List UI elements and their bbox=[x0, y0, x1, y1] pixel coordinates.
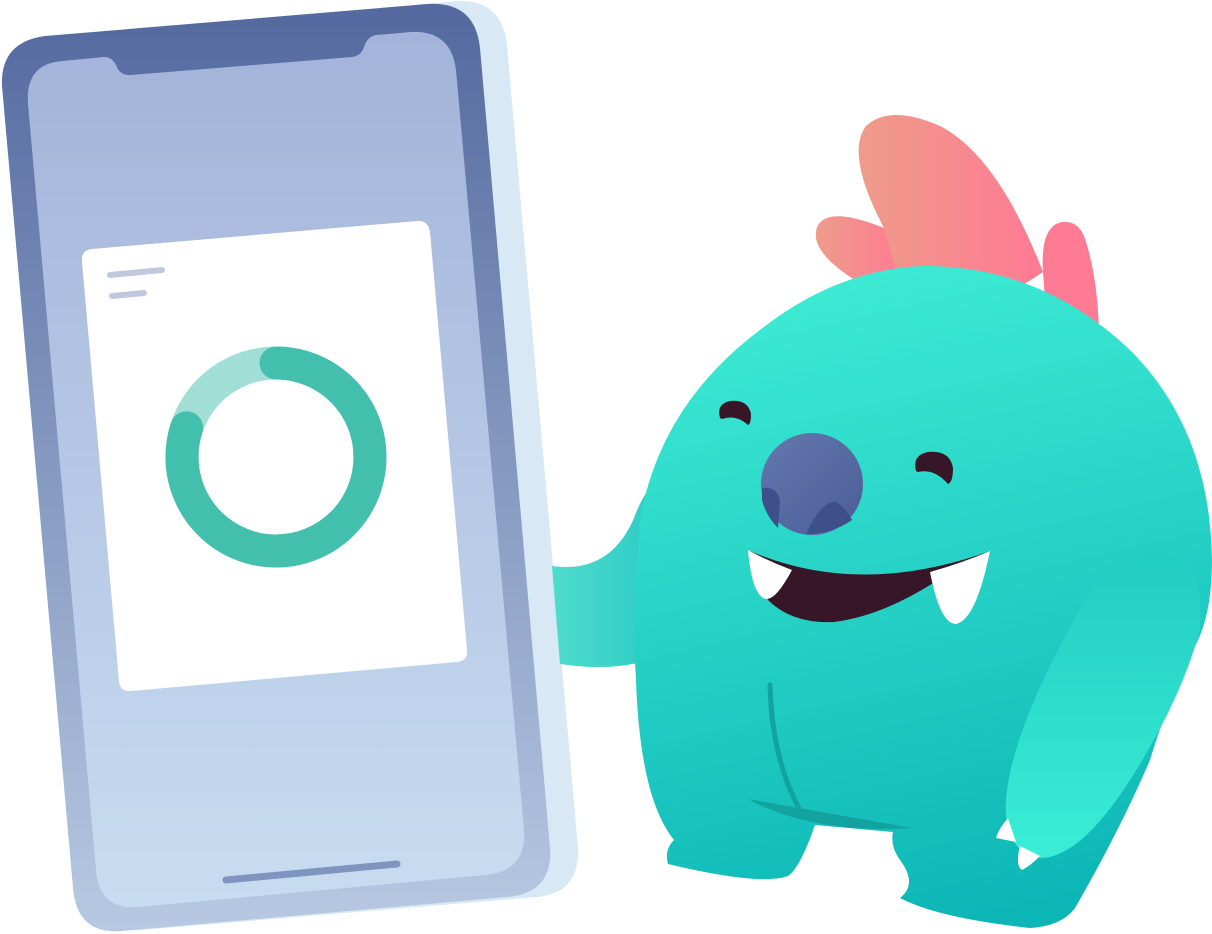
smartphone-icon bbox=[1, 1, 579, 932]
monster-mascot-icon bbox=[552, 115, 1212, 928]
illustration-scene bbox=[1, 1, 1212, 932]
card-subtitle-line bbox=[109, 290, 147, 299]
monster-nose bbox=[761, 433, 863, 535]
